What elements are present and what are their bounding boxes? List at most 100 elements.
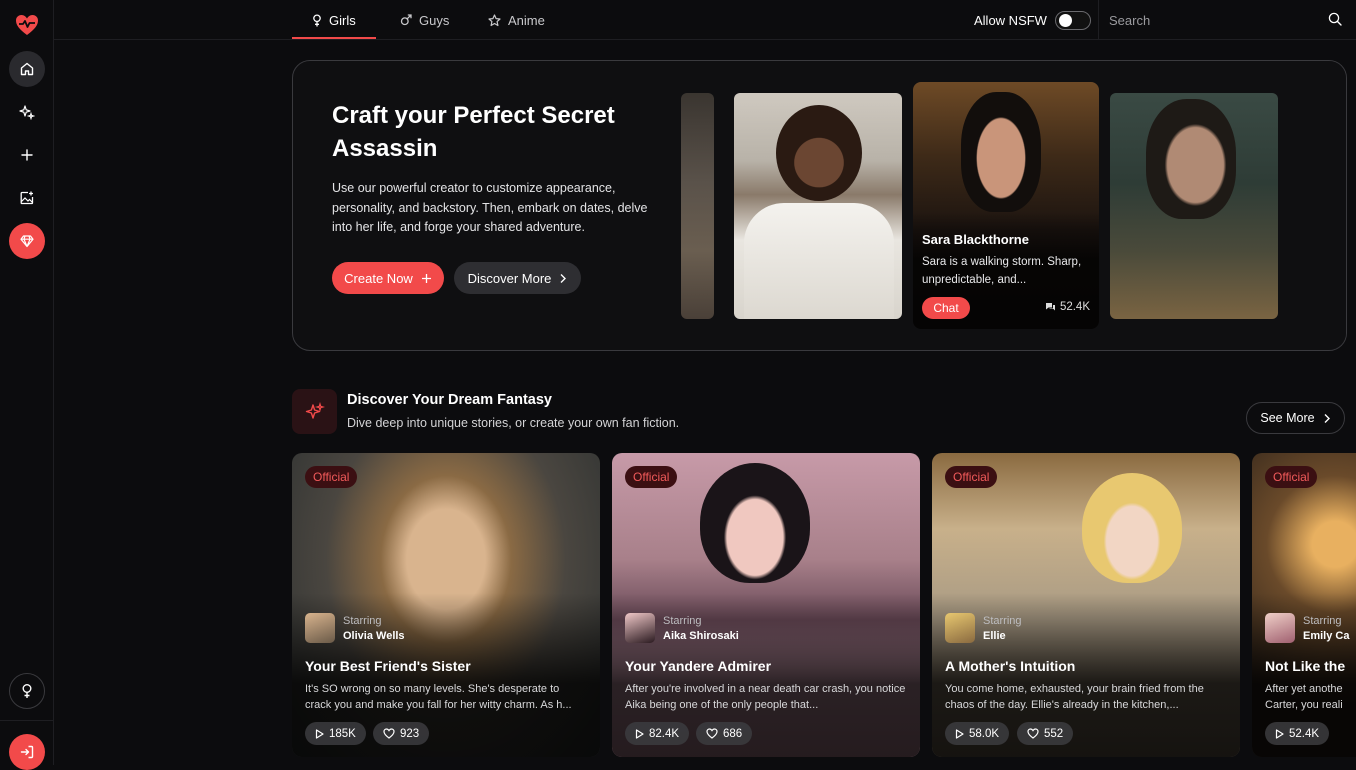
likes-value: 923 <box>400 727 420 740</box>
plays-value: 58.0K <box>969 727 1000 740</box>
character-name: Emily Ca <box>1303 630 1350 642</box>
character-portrait <box>1082 473 1182 583</box>
story-title: A Mother's Intuition <box>945 658 1076 674</box>
plus-icon <box>21 149 33 161</box>
starring-label: Starring <box>1303 615 1342 627</box>
avatar <box>625 613 655 643</box>
character-name: Ellie <box>983 630 1006 642</box>
play-icon <box>955 728 964 739</box>
chat-count: 52.4K <box>1045 301 1090 313</box>
starring-label: Starring <box>983 615 1022 627</box>
chat-count-value: 52.4K <box>1059 301 1090 313</box>
section-subtitle: Dive deep into unique stories, or create… <box>347 416 680 430</box>
nsfw-toggle-group: Allow NSFW <box>974 0 1091 40</box>
chat-button[interactable]: Chat <box>922 297 970 319</box>
likes-value: 686 <box>723 727 743 740</box>
story-description: After yet anothe Carter, you reali <box>1265 683 1343 711</box>
create-now-button[interactable]: Create Now <box>332 262 444 294</box>
chevron-right-icon <box>1324 413 1330 423</box>
home-icon <box>20 62 34 76</box>
create-now-label: Create Now <box>344 270 413 286</box>
tab-label: Anime <box>508 12 545 28</box>
toggle-knob <box>1058 13 1072 27</box>
story-title: Not Like the <box>1265 658 1346 674</box>
character-portrait <box>961 92 1041 212</box>
sidebar <box>0 0 54 770</box>
hero-banner: Craft your Perfect Secret Assassin Use o… <box>292 60 1347 351</box>
featured-character-card[interactable]: Sara Blackthorne Sara is a walking storm… <box>913 82 1099 329</box>
sidebar-item-discover[interactable] <box>9 94 45 130</box>
sidebar-item-create[interactable] <box>9 137 45 173</box>
avatar <box>305 613 335 643</box>
likes-count[interactable]: 686 <box>696 722 753 745</box>
star-icon <box>488 13 501 26</box>
story-description: It's SO wrong on so many levels. She's d… <box>305 683 572 711</box>
character-card[interactable] <box>1110 93 1278 319</box>
plays-count: 185K <box>305 722 366 745</box>
story-card[interactable]: Official Starring Aika Shirosaki Your Ya… <box>612 453 920 757</box>
character-portrait <box>744 203 894 319</box>
story-title: Your Yandere Admirer <box>625 658 772 674</box>
tab-label: Guys <box>419 12 450 28</box>
sparkles-icon <box>19 105 35 120</box>
plays-value: 52.4K <box>1289 727 1320 740</box>
image-plus-icon <box>20 191 34 205</box>
character-name: Aika Shirosaki <box>663 630 739 642</box>
sidebar-item-generate-image[interactable] <box>9 180 45 216</box>
plays-count: 52.4K <box>1265 722 1330 745</box>
login-icon <box>20 745 34 759</box>
starring-label: Starring <box>663 615 702 627</box>
avatar <box>945 613 975 643</box>
see-more-label: See More <box>1260 411 1315 425</box>
official-badge: Official <box>625 466 678 488</box>
tab-girls[interactable]: Girls <box>312 0 356 40</box>
diamond-icon <box>20 235 34 248</box>
heart-icon <box>383 728 395 739</box>
search-box <box>1098 0 1356 40</box>
female-icon <box>22 684 32 698</box>
likes-count[interactable]: 923 <box>373 722 430 745</box>
starring-label: Starring <box>343 615 382 627</box>
tab-guys[interactable]: Guys <box>400 0 449 40</box>
character-portrait <box>1146 99 1236 219</box>
search-icon[interactable] <box>1328 12 1342 26</box>
featured-character-name: Sara Blackthorne <box>922 232 1029 247</box>
heart-icon <box>706 728 718 739</box>
play-icon <box>1275 728 1284 739</box>
story-card[interactable]: Official Starring Ellie A Mother's Intui… <box>932 453 1240 757</box>
plays-count: 82.4K <box>625 722 690 745</box>
chat-bubble-icon <box>1045 303 1055 311</box>
sparkles-icon <box>292 389 337 434</box>
sidebar-item-home[interactable] <box>9 51 45 87</box>
play-icon <box>315 728 324 739</box>
discover-more-label: Discover More <box>467 270 552 286</box>
nsfw-toggle[interactable] <box>1054 10 1091 30</box>
heart-icon <box>1027 728 1039 739</box>
likes-count[interactable]: 552 <box>1017 722 1074 745</box>
top-bar: Girls Guys Anime Allow NSFW <box>54 0 1356 40</box>
hero-title: Craft your Perfect Secret Assassin <box>332 102 615 162</box>
character-portrait <box>776 105 862 201</box>
character-card[interactable] <box>734 93 902 319</box>
plays-value: 185K <box>329 727 356 740</box>
story-card[interactable]: Official Starring Olivia Wells Your Best… <box>292 453 600 757</box>
sidebar-item-premium[interactable] <box>9 223 45 259</box>
chevron-right-icon <box>560 273 567 283</box>
female-icon <box>313 13 321 26</box>
plays-count: 58.0K <box>945 722 1010 745</box>
story-description: You come home, exhausted, your brain fri… <box>945 683 1204 711</box>
character-card-previous[interactable] <box>681 93 714 319</box>
character-name: Olivia Wells <box>343 630 405 642</box>
hero-description: Use our powerful creator to customize ap… <box>332 181 648 234</box>
sidebar-item-gender[interactable] <box>9 673 45 709</box>
plays-value: 82.4K <box>649 727 680 740</box>
search-input[interactable] <box>1109 12 1309 28</box>
story-card[interactable]: Official Starring Emily Ca Not Like the … <box>1252 453 1356 757</box>
tab-label: Girls <box>329 12 356 28</box>
nsfw-label: Allow NSFW <box>974 12 1047 28</box>
tab-anime[interactable]: Anime <box>488 0 545 40</box>
story-description: After you're involved in a near death ca… <box>625 683 906 711</box>
heart-pulse-icon[interactable] <box>14 12 40 38</box>
discover-more-button[interactable]: Discover More <box>454 262 581 294</box>
see-more-button[interactable]: See More <box>1246 402 1345 434</box>
